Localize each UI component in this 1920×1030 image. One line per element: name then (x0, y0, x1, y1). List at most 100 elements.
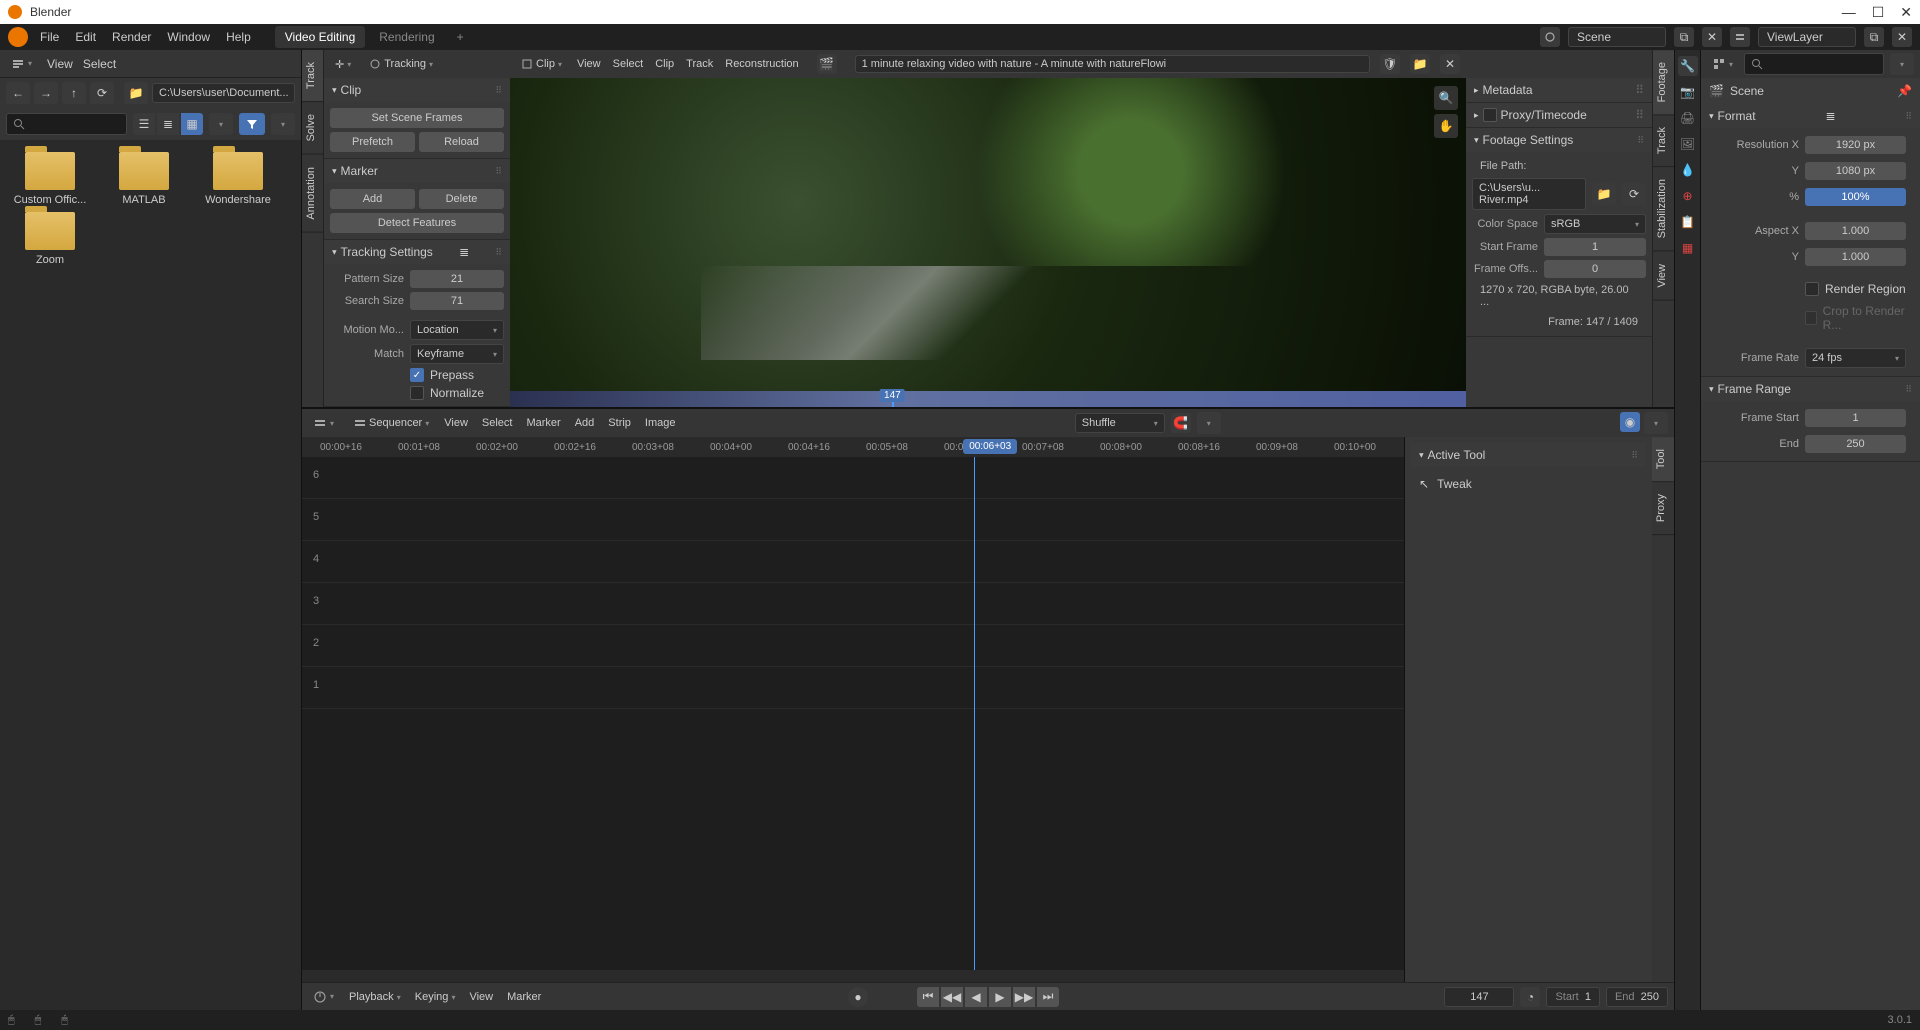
seq-menu-marker[interactable]: Marker (526, 417, 560, 429)
vp-menu-reconstruction[interactable]: Reconstruction (725, 58, 798, 70)
file-browse-icon[interactable]: 📁 (1592, 183, 1616, 205)
end-frame-field[interactable]: End 250 (1606, 987, 1668, 1007)
pattern-size-field[interactable]: 21 (410, 270, 504, 288)
folder-item[interactable]: MATLAB (100, 152, 188, 206)
seq-scrollbar[interactable] (302, 970, 1404, 982)
cursor-tool-icon[interactable]: ✛ ▾ (330, 56, 356, 73)
aspect-x-field[interactable]: 1.000 (1805, 222, 1906, 240)
seq-menu-strip[interactable]: Strip (608, 417, 631, 429)
rtab-footage[interactable]: Footage (1653, 50, 1674, 115)
frame-offset-field[interactable]: 0 (1544, 260, 1646, 278)
folder-item[interactable]: Custom Offic... (6, 152, 94, 206)
props-editor-type-icon[interactable]: ▾ (1707, 55, 1738, 73)
viewlayer-copy-icon[interactable]: ⧉ (1864, 27, 1884, 47)
proxy-panel-header[interactable]: ▸ Proxy/Timecode⠿ (1466, 103, 1652, 128)
seq-menu-image[interactable]: Image (645, 417, 676, 429)
viewlayer-delete-icon[interactable]: ✕ (1892, 27, 1912, 47)
format-panel-header[interactable]: ▸Format ≣⠿ (1701, 104, 1920, 128)
resolution-x-field[interactable]: 1920 px (1805, 136, 1906, 154)
pan-icon[interactable]: ✋ (1434, 114, 1458, 138)
clip-panel-header[interactable]: ▸Clip⠿ (324, 78, 510, 102)
vp-menu-track[interactable]: Track (686, 58, 713, 70)
clip-scrubber[interactable]: 147 (510, 391, 1466, 407)
prefetch-button[interactable]: Prefetch (330, 132, 415, 152)
footer-marker[interactable]: Marker (507, 991, 541, 1003)
vp-menu-select[interactable]: Select (613, 58, 644, 70)
nav-refresh-icon[interactable]: ⟳ (90, 82, 114, 104)
filebrowser-editor-type[interactable]: ▾ (6, 55, 37, 73)
footer-playback[interactable]: Playback ▾ (349, 991, 401, 1003)
jump-end-icon[interactable]: ⏭ (1037, 987, 1059, 1007)
view-sort-dropdown[interactable]: ▾ (209, 113, 233, 135)
nav-forward-icon[interactable]: → (34, 82, 58, 104)
motion-model-select[interactable]: Location▾ (410, 320, 504, 340)
filter-icon[interactable] (239, 113, 265, 135)
close-icon[interactable]: ✕ (1900, 4, 1912, 21)
viewlayer-name-field[interactable]: ViewLayer (1758, 27, 1856, 47)
tracking-settings-header[interactable]: ▸Tracking Settings ≣⠿ (324, 240, 510, 264)
timeline-editor-type-icon[interactable]: ▾ (308, 988, 339, 1006)
viewlayer-browse-icon[interactable] (1730, 27, 1750, 47)
tab-annotation[interactable]: Annotation (302, 155, 323, 233)
menu-file[interactable]: File (40, 30, 59, 44)
seq-type-dropdown[interactable]: Sequencer ▾ (349, 415, 434, 431)
jump-start-icon[interactable]: ⏮ (917, 987, 939, 1007)
match-select[interactable]: Keyframe▾ (410, 344, 504, 364)
view-grid-icon[interactable]: ▦ (181, 113, 203, 135)
keyframe-next-icon[interactable]: ▶▶ (1013, 987, 1035, 1007)
seq-menu-add[interactable]: Add (575, 417, 595, 429)
props-options-icon[interactable]: ▾ (1890, 53, 1914, 75)
crop-checkbox[interactable] (1805, 311, 1817, 325)
playhead-line[interactable] (974, 457, 975, 970)
scene-copy-icon[interactable]: ⧉ (1674, 27, 1694, 47)
props-search-input[interactable] (1744, 53, 1884, 75)
marker-add-button[interactable]: Add (330, 189, 415, 209)
menu-edit[interactable]: Edit (75, 30, 96, 44)
ruler-playhead[interactable]: 00:06+03 (963, 439, 1017, 454)
scene-browse-icon[interactable] (1540, 27, 1560, 47)
file-reload-icon[interactable]: ⟳ (1622, 183, 1646, 205)
play-icon[interactable]: ▶ (989, 987, 1011, 1007)
blender-menu-icon[interactable] (8, 27, 28, 47)
tab-track[interactable]: Track (302, 50, 323, 102)
resolution-pct-field[interactable]: 100% (1805, 188, 1906, 206)
rtab-track[interactable]: Track (1653, 115, 1674, 167)
menu-window[interactable]: Window (167, 30, 210, 44)
prop-tab-object-icon[interactable]: 📋 (1678, 212, 1698, 232)
scene-delete-icon[interactable]: ✕ (1702, 27, 1722, 47)
clip-unlink-icon[interactable]: ✕ (1440, 54, 1460, 74)
tracking-mode-dropdown[interactable]: Tracking ▾ (364, 56, 438, 72)
reload-button[interactable]: Reload (419, 132, 504, 152)
footer-view[interactable]: View (469, 991, 493, 1003)
set-scene-frames-button[interactable]: Set Scene Frames (330, 108, 504, 128)
clip-fake-user-icon[interactable]: 🛡 (1380, 54, 1400, 74)
marker-delete-button[interactable]: Delete (419, 189, 504, 209)
metadata-panel-header[interactable]: ▸Metadata⠿ (1466, 78, 1652, 103)
render-region-checkbox[interactable] (1805, 282, 1819, 296)
prop-tab-render-icon[interactable]: 📷 (1678, 82, 1698, 102)
play-reverse-icon[interactable]: ◀ (965, 987, 987, 1007)
color-space-select[interactable]: sRGB▾ (1544, 214, 1646, 234)
rtab-stabilization[interactable]: Stabilization (1653, 167, 1674, 251)
frame-end-field[interactable]: 250 (1805, 435, 1906, 453)
current-frame-field[interactable]: 147 (1444, 987, 1514, 1007)
preview-range-icon[interactable]: ◔ (1520, 987, 1540, 1007)
filter-dropdown[interactable]: ▾ (271, 113, 295, 135)
video-preview[interactable]: 🔍 ✋ (510, 78, 1466, 391)
seq-editor-type-icon[interactable]: ▾ (308, 414, 339, 432)
normalize-checkbox[interactable] (410, 386, 424, 400)
footage-panel-header[interactable]: ▸Footage Settings⠿ (1466, 128, 1652, 152)
sequencer-tracks[interactable]: 6 5 4 3 2 1 (302, 457, 1404, 970)
seq-menu-view[interactable]: View (444, 417, 468, 429)
prop-tab-tool-icon[interactable]: 🔧 (1678, 56, 1698, 76)
minimize-icon[interactable]: — (1842, 4, 1856, 21)
workspace-add-button[interactable]: + (449, 26, 472, 48)
clip-browse-icon[interactable]: 🎬 (817, 54, 837, 74)
fb-menu-view[interactable]: View (47, 57, 73, 71)
pin-icon[interactable]: 📌 (1897, 84, 1912, 98)
overlap-mode-select[interactable]: Shuffle▾ (1075, 413, 1165, 433)
frame-range-panel-header[interactable]: ▸Frame Range⠿ (1701, 377, 1920, 401)
fb-search-input[interactable] (6, 113, 127, 135)
view-detail-icon[interactable]: ≣ (157, 113, 179, 135)
seq-menu-select[interactable]: Select (482, 417, 513, 429)
